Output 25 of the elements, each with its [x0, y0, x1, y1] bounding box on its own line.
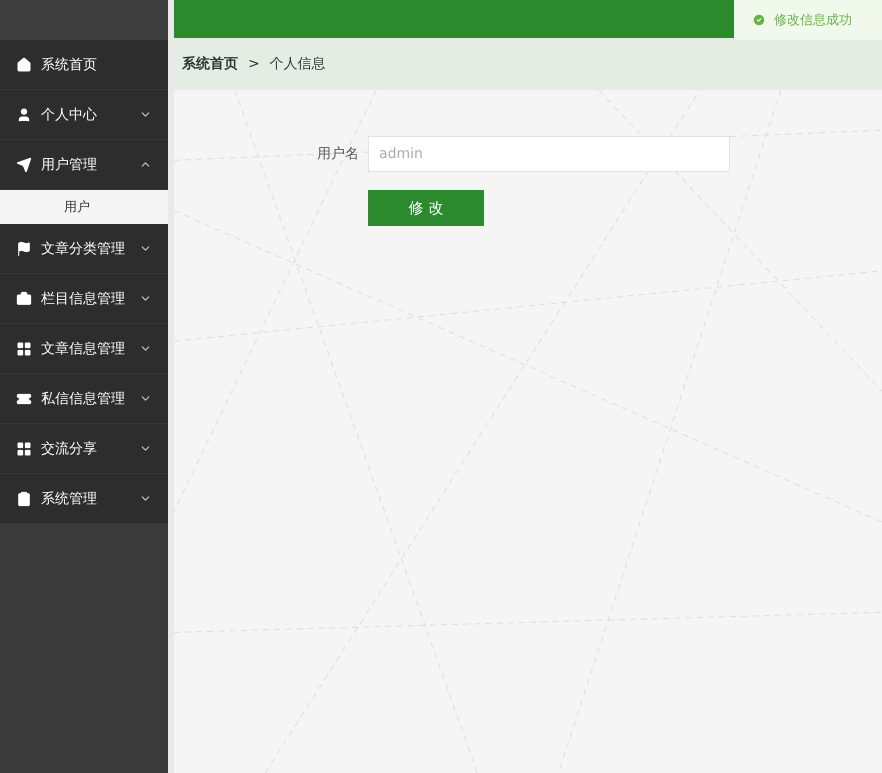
sidebar-item[interactable]: 私信信息管理	[0, 374, 168, 424]
paper-plane-icon	[16, 156, 32, 172]
briefcase-icon	[16, 290, 32, 306]
sidebar-item[interactable]: 文章信息管理	[0, 324, 168, 374]
sidebar-item[interactable]: 文章分类管理	[0, 224, 168, 274]
home-icon	[16, 56, 32, 72]
sidebar-item[interactable]: 系统首页	[0, 40, 168, 90]
grid-icon	[16, 440, 32, 456]
check-circle-icon	[752, 13, 766, 27]
breadcrumb-current: 个人信息	[270, 55, 326, 73]
sidebar-item[interactable]: 交流分享	[0, 424, 168, 474]
submit-button[interactable]: 修 改	[368, 190, 484, 226]
field-label: 用户名	[317, 145, 360, 163]
flag-icon	[16, 240, 32, 256]
sidebar-item[interactable]: 个人中心	[0, 90, 168, 140]
grid-icon	[16, 340, 32, 356]
submenu-item[interactable]: 用户	[0, 190, 168, 224]
breadcrumb-separator: >	[248, 56, 260, 72]
toast-message: 修改信息成功	[774, 12, 852, 29]
user-icon	[16, 106, 32, 122]
clipboard-icon	[16, 490, 32, 506]
breadcrumb-link[interactable]: 系统首页	[182, 55, 238, 73]
sidebar-item[interactable]: 栏目信息管理	[0, 274, 168, 324]
sidebar-item[interactable]: 用户管理	[0, 140, 168, 190]
sidebar-item[interactable]: 系统管理	[0, 474, 168, 524]
